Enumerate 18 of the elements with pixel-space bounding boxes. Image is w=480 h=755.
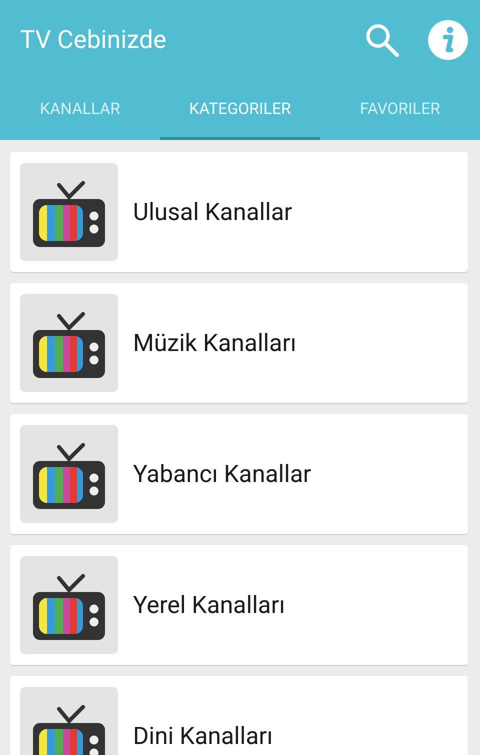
category-name: Yabancı Kanallar bbox=[133, 460, 312, 488]
category-card[interactable]: Yerel Kanalları bbox=[10, 545, 468, 665]
category-card[interactable]: Ulusal Kanallar bbox=[10, 152, 468, 272]
category-name: Müzik Kanalları bbox=[133, 329, 296, 357]
tv-icon bbox=[33, 705, 105, 755]
app-title: TV Cebinizde bbox=[20, 26, 168, 54]
category-name: Dini Kanalları bbox=[133, 722, 273, 750]
category-card[interactable]: Yabancı Kanallar bbox=[10, 414, 468, 534]
search-icon[interactable] bbox=[364, 22, 400, 58]
tv-icon bbox=[33, 574, 105, 640]
category-name: Ulusal Kanallar bbox=[133, 198, 292, 226]
category-card[interactable]: Müzik Kanalları bbox=[10, 283, 468, 403]
info-icon[interactable] bbox=[428, 20, 468, 60]
tv-icon bbox=[33, 443, 105, 509]
tv-icon bbox=[33, 181, 105, 247]
category-name: Yerel Kanalları bbox=[133, 591, 286, 619]
category-card[interactable]: Dini Kanalları bbox=[10, 676, 468, 755]
tv-icon bbox=[33, 312, 105, 378]
